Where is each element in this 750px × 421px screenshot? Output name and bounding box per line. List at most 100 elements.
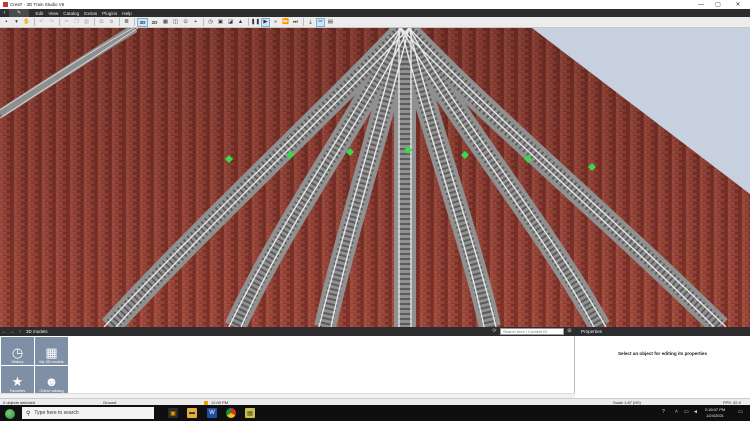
pause-icon: ❚❚ xyxy=(250,19,261,25)
toolbar-divider xyxy=(303,18,304,26)
camera-button[interactable]: ◫ xyxy=(171,18,180,27)
download-button[interactable]: ⤓ xyxy=(306,18,315,27)
catalog-tile-my-models[interactable]: ▦ My 3D models xyxy=(35,337,68,365)
plus-icon: + xyxy=(193,19,198,25)
arrow-right-icon: → xyxy=(9,328,15,335)
group-icon: ⧉ xyxy=(99,18,104,25)
catalog-tile-online[interactable]: ☻ Online catalog xyxy=(35,366,68,394)
properties-header: Properties xyxy=(575,327,750,336)
catalog-refresh-button[interactable]: ⟳ xyxy=(491,328,498,335)
3d-viewport[interactable] xyxy=(0,28,750,327)
save-dropdown-button[interactable]: ▾ xyxy=(12,18,21,27)
save-button[interactable]: ▪ xyxy=(2,18,11,27)
play-button[interactable]: ▶ xyxy=(261,17,270,27)
view-3d-label: 3D xyxy=(139,19,146,25)
back-button[interactable]: ‹ xyxy=(0,9,9,17)
properties-title: Properties xyxy=(581,329,602,334)
toolbar-divider xyxy=(59,18,60,26)
minimize-button[interactable]: — xyxy=(694,0,708,9)
play-icon: ▶ xyxy=(263,19,268,25)
chevron-up-icon[interactable]: ˄ xyxy=(675,409,678,415)
notifications-icon[interactable]: ▭ xyxy=(738,409,743,415)
start-button[interactable] xyxy=(3,408,17,419)
track-mode-button[interactable]: ═ xyxy=(316,17,325,27)
pause-button[interactable]: ❚❚ xyxy=(251,18,260,27)
time-button[interactable]: ◷ xyxy=(206,18,215,27)
info-button[interactable]: ▤ xyxy=(326,18,335,27)
volume-icon[interactable]: ◄ xyxy=(693,409,698,415)
store-app-icon[interactable]: ▣ xyxy=(168,408,178,418)
taskbar-search[interactable]: ⚲ Type here to search xyxy=(22,407,154,419)
grid-view-button[interactable]: ▦ xyxy=(161,18,170,27)
group-button[interactable]: ⧉ xyxy=(97,18,106,27)
tile-label: My 3D models xyxy=(39,360,64,364)
view-2d-button[interactable]: 2D xyxy=(149,18,160,27)
catalog-header: ← → ↑ 3D models ⟳ ⊞ xyxy=(0,327,575,336)
catalog-back-button[interactable]: ← xyxy=(0,329,8,335)
close-button[interactable]: ✕ xyxy=(731,0,745,9)
catalog-view-toggle[interactable]: ⊞ xyxy=(566,328,573,335)
fast-forward-button[interactable]: » xyxy=(271,18,280,27)
add-button[interactable]: + xyxy=(191,18,200,27)
scissors-icon: ✂ xyxy=(64,19,69,25)
undo-button[interactable]: ↶ xyxy=(37,18,46,27)
star-icon: ★ xyxy=(11,374,24,389)
catalog-tile-history[interactable]: ◷ History xyxy=(1,337,34,365)
file-explorer-icon[interactable]: ▬ xyxy=(187,408,197,418)
catalog-up-button[interactable]: ↑ xyxy=(16,329,24,335)
terrain-icon: ◪ xyxy=(227,19,234,25)
chrome-icon[interactable] xyxy=(226,408,236,418)
taskbar-clock[interactable]: 2:18:07 PM 1/24/2021 xyxy=(700,407,730,419)
save-icon: ▪ xyxy=(5,19,8,25)
refresh-icon: ⟳ xyxy=(492,328,497,334)
view-3d-button[interactable]: 3D xyxy=(137,17,148,27)
image-icon: ▣ xyxy=(217,19,224,25)
skip-end-button[interactable]: ⏭ xyxy=(291,18,300,27)
help-tray-icon[interactable]: ? xyxy=(662,409,665,415)
delete-button[interactable]: ▥ xyxy=(82,18,91,27)
clock-icon: ◷ xyxy=(208,19,213,25)
fastest-icon: ⏩ xyxy=(282,19,289,25)
layers-button[interactable]: ≣ xyxy=(122,18,131,27)
edit-mode-button[interactable]: ✎ xyxy=(9,9,29,17)
rail-yard-scene xyxy=(0,28,750,327)
toolbar-divider xyxy=(203,18,204,26)
toolbar-divider xyxy=(119,18,120,26)
lock-button[interactable]: ⊙ xyxy=(181,18,190,27)
search-icon: ⚲ xyxy=(26,410,31,417)
fast-forward-icon: » xyxy=(273,19,278,25)
screenshot-button[interactable]: ▣ xyxy=(216,18,225,27)
menu-help[interactable]: Help xyxy=(120,11,134,16)
ungroup-icon: ⧈ xyxy=(109,18,114,25)
pan-tool-button[interactable]: ✋ xyxy=(22,18,31,27)
menu-view[interactable]: View xyxy=(46,11,61,16)
catalog-forward-button[interactable]: → xyxy=(8,329,16,335)
terrain-button[interactable]: ◪ xyxy=(226,18,235,27)
menu-edit[interactable]: Edit xyxy=(33,11,46,16)
ungroup-button[interactable]: ⧈ xyxy=(107,18,116,27)
landscape-button[interactable]: ▲ xyxy=(236,18,245,27)
faster-button[interactable]: ⏩ xyxy=(281,18,290,27)
maximize-button[interactable]: ▢ xyxy=(711,0,725,9)
statusbar: 0 objects selected Ground 12:00 PM Scale… xyxy=(0,398,750,405)
redo-button[interactable]: ↷ xyxy=(47,18,56,27)
battery-icon[interactable]: ▭ xyxy=(684,409,689,415)
train-studio-taskbar-icon[interactable]: ▤ xyxy=(245,408,255,418)
back-arrow-icon: ‹ xyxy=(3,10,6,16)
menu-extras[interactable]: Extras xyxy=(82,11,100,16)
menubar: ‹ ✎ Edit View Catalog Extras Plugins Hel… xyxy=(0,9,750,17)
menu-catalog[interactable]: Catalog xyxy=(61,11,82,16)
menu-plugins[interactable]: Plugins xyxy=(100,11,120,16)
toolbar-divider xyxy=(34,18,35,26)
catalog-search-input[interactable] xyxy=(500,328,564,335)
app-icon xyxy=(3,2,8,7)
tile-label: History xyxy=(11,360,24,364)
cut-button[interactable]: ✂ xyxy=(62,18,71,27)
copy-button[interactable]: ❐ xyxy=(72,18,81,27)
arrow-up-icon: ↑ xyxy=(18,328,22,335)
grid-icon: ▦ xyxy=(162,19,169,25)
catalog-tile-favorites[interactable]: ★ Favorites xyxy=(1,366,34,394)
word-app-icon[interactable]: W xyxy=(207,408,217,418)
grid-icon: ▦ xyxy=(45,345,58,360)
chevron-down-icon: ▾ xyxy=(15,19,18,25)
